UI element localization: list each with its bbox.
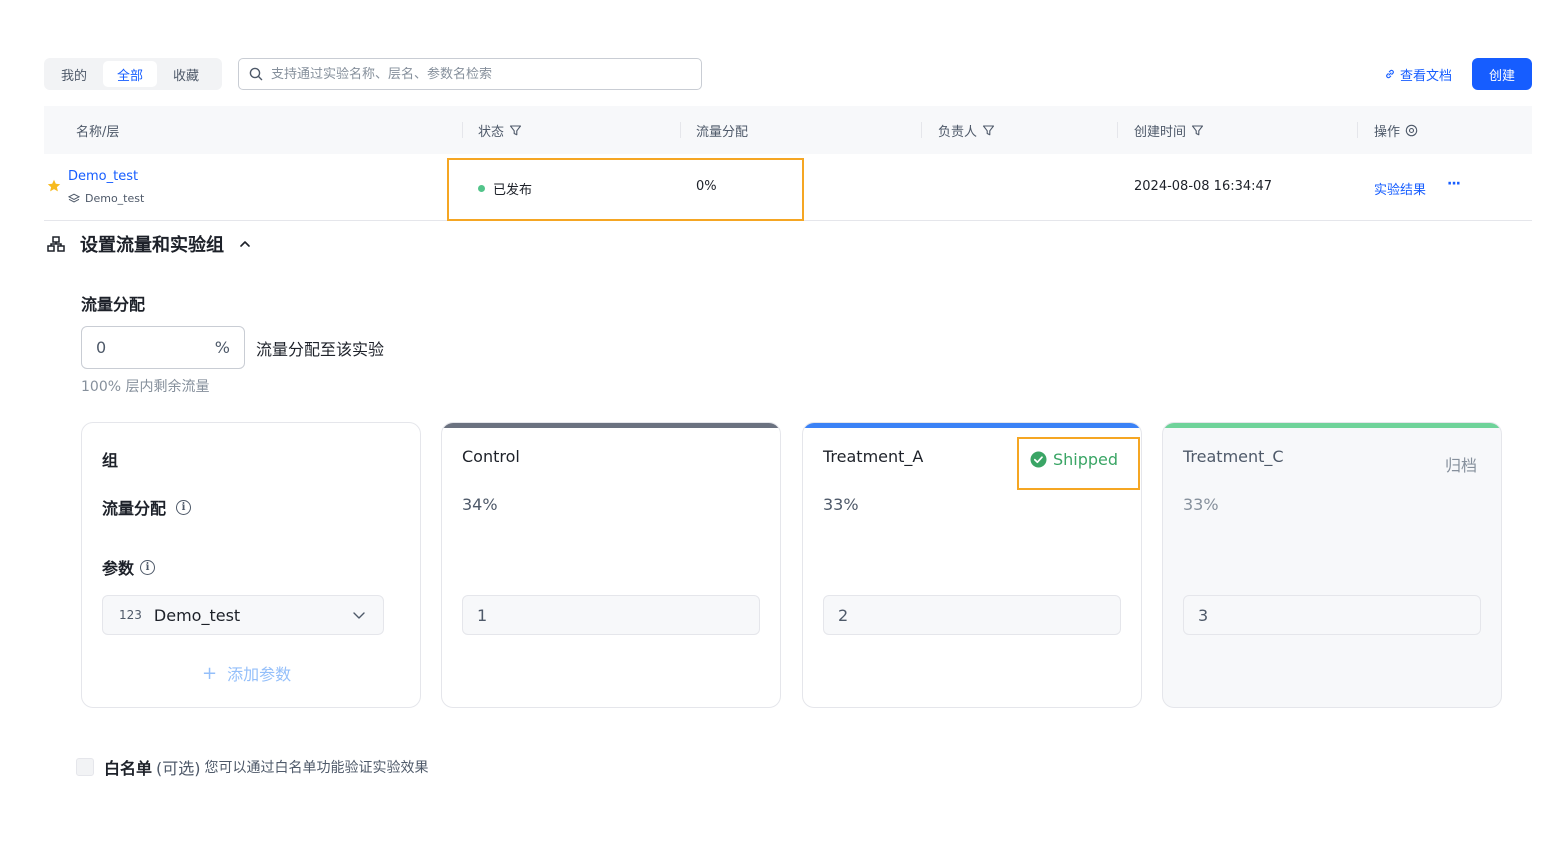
link-icon xyxy=(1386,69,1394,79)
star-icon[interactable] xyxy=(47,179,61,193)
search-icon xyxy=(249,67,263,81)
view-docs-link[interactable]: 查看文档 xyxy=(1384,64,1452,84)
params-label: 参数 i xyxy=(102,555,156,579)
group-header-card: 组 流量分配 i 参数 i 123 Demo_test + 添加参数 xyxy=(81,422,421,708)
whitelist-optional: (可选) xyxy=(156,759,201,778)
add-param-label: 添加参数 xyxy=(227,665,292,684)
experiment-name-link[interactable]: Demo_test xyxy=(68,169,138,184)
col-status: 状态 xyxy=(478,106,522,154)
group-param-value-input[interactable]: 3 xyxy=(1183,595,1481,635)
traffic-input[interactable]: 0 % xyxy=(81,326,245,369)
group-label: 组 xyxy=(102,451,119,470)
filter-icon[interactable] xyxy=(509,124,522,137)
param-select[interactable]: 123 Demo_test xyxy=(102,595,384,635)
col-owner: 负责人 xyxy=(938,106,995,154)
traffic-allocation-label: 流量分配 xyxy=(81,295,146,314)
traffic-suffix: 流量分配至该实验 xyxy=(256,340,385,359)
col-traffic: 流量分配 xyxy=(696,106,748,154)
search-box xyxy=(238,58,702,90)
group-traffic-label: 流量分配 i xyxy=(102,495,192,519)
view-docs-label: 查看文档 xyxy=(1400,68,1453,84)
section-title: 设置流量和实验组 xyxy=(80,235,224,256)
add-param-button[interactable]: + 添加参数 xyxy=(202,661,291,685)
whitelist-title: 白名单 xyxy=(104,759,153,778)
group-name: Control xyxy=(462,447,520,466)
group-bar xyxy=(1163,423,1501,428)
more-actions-icon[interactable]: ··· xyxy=(1447,176,1461,192)
col-actions: 操作 xyxy=(1374,106,1418,154)
col-owner-label: 负责人 xyxy=(938,124,978,140)
settings-icon[interactable] xyxy=(1405,124,1418,137)
filter-icon[interactable] xyxy=(1191,124,1204,137)
filter-icon[interactable] xyxy=(982,124,995,137)
tab-all[interactable]: 全部 xyxy=(103,61,158,87)
group-name: Treatment_C xyxy=(1183,447,1284,466)
created-time: 2024-08-08 16:34:47 xyxy=(1134,179,1273,194)
table-header: 名称/层 状态 流量分配 负责人 创建时间 操作 xyxy=(44,106,1532,154)
number-type-icon: 123 xyxy=(119,608,142,622)
whitelist-row: 白名单 (可选) 您可以通过白名单功能验证实验效果 xyxy=(76,755,429,779)
remaining-traffic-note: 100% 层内剩余流量 xyxy=(81,379,210,395)
section-header[interactable]: 设置流量和实验组 xyxy=(46,230,252,258)
params-text: 参数 xyxy=(102,559,135,578)
structure-icon xyxy=(47,236,65,252)
group-param-value-input[interactable]: 2 xyxy=(823,595,1121,635)
group-bar xyxy=(803,423,1141,428)
col-traffic-label: 流量分配 xyxy=(696,124,749,140)
plus-icon: + xyxy=(202,662,218,684)
group-traffic: 33% xyxy=(823,495,859,514)
col-actions-label: 操作 xyxy=(1374,124,1401,140)
highlight-box xyxy=(1017,437,1140,490)
info-icon[interactable]: i xyxy=(176,499,192,515)
scope-tabs: 我的 全部 收藏 xyxy=(44,58,222,90)
col-created-time: 创建时间 xyxy=(1134,106,1204,154)
info-icon[interactable]: i xyxy=(140,559,156,575)
layer-label: Demo_test xyxy=(68,192,144,205)
search-input[interactable] xyxy=(271,66,691,82)
group-name: Treatment_A xyxy=(823,447,924,466)
traffic-input-unit: % xyxy=(214,338,230,357)
group-traffic: 34% xyxy=(462,495,498,514)
group-param-value-input[interactable]: 1 xyxy=(462,595,760,635)
layers-icon xyxy=(68,193,80,202)
whitelist-checkbox[interactable] xyxy=(76,758,94,776)
tab-mine[interactable]: 我的 xyxy=(47,61,101,87)
experiment-results-link[interactable]: 实验结果 xyxy=(1374,179,1426,198)
create-button[interactable]: 创建 xyxy=(1472,58,1532,90)
col-status-label: 状态 xyxy=(478,124,505,140)
group-traffic-text: 流量分配 xyxy=(102,499,167,518)
group-bar xyxy=(442,423,780,428)
chevron-up-icon[interactable] xyxy=(238,237,252,251)
traffic-input-value: 0 xyxy=(96,338,107,357)
tab-favorites[interactable]: 收藏 xyxy=(159,61,213,87)
col-created-label: 创建时间 xyxy=(1134,124,1187,140)
col-name: 名称/层 xyxy=(76,106,119,154)
highlight-box xyxy=(447,158,804,221)
layer-name: Demo_test xyxy=(85,192,145,205)
col-name-label: 名称/层 xyxy=(76,124,120,140)
param-name: Demo_test xyxy=(153,605,241,625)
chevron-down-icon xyxy=(353,612,365,619)
archived-label: 归档 xyxy=(1445,456,1478,475)
group-card-control: Control 34% 1 xyxy=(441,422,781,708)
group-traffic: 33% xyxy=(1183,495,1219,514)
group-card-treatment-c: Treatment_C 归档 33% 3 xyxy=(1162,422,1502,708)
whitelist-description: 您可以通过白名单功能验证实验效果 xyxy=(204,760,429,776)
